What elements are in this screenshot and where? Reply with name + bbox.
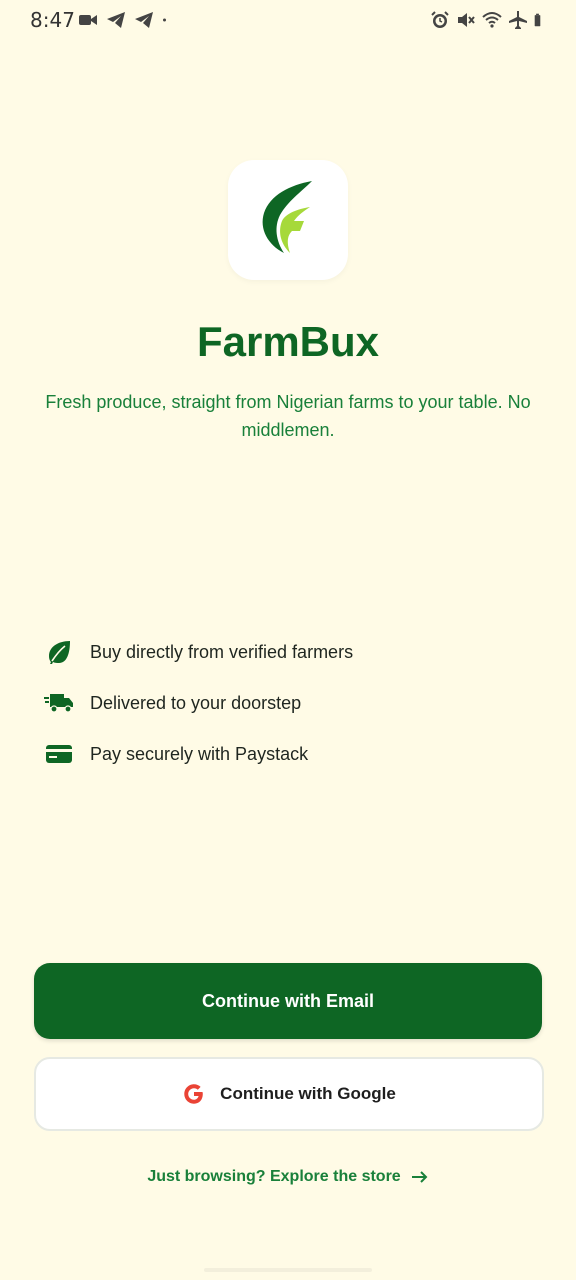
dot-icon bbox=[163, 18, 166, 22]
leaf-logo-icon bbox=[262, 181, 312, 253]
telegram-icon bbox=[107, 12, 125, 28]
feature-text: Buy directly from verified farmers bbox=[90, 641, 354, 662]
battery-icon bbox=[534, 13, 541, 27]
google-button-label: Continue with Google bbox=[220, 1084, 396, 1103]
explore-link-label: Just browsing? Explore the store bbox=[147, 1168, 401, 1185]
home-indicator[interactable] bbox=[204, 1268, 372, 1272]
feature-item: Pay securely with Paystack bbox=[44, 734, 524, 774]
credit-card-icon bbox=[44, 739, 74, 769]
arrow-right-icon bbox=[411, 1170, 429, 1184]
feature-list: Buy directly from verified farmers Deliv… bbox=[44, 632, 524, 785]
app-tagline: Fresh produce, straight from Nigerian fa… bbox=[45, 392, 531, 440]
alarm-icon bbox=[431, 11, 449, 28]
email-button-label: Continue with Email bbox=[201, 990, 374, 1011]
continue-with-google-button[interactable]: Continue with Google bbox=[34, 1057, 544, 1131]
leaf-icon bbox=[44, 637, 74, 667]
wifi-icon bbox=[482, 12, 502, 28]
feature-item: Delivered to your doorstep bbox=[44, 683, 524, 723]
airplane-mode-icon bbox=[509, 11, 527, 29]
video-camera-icon bbox=[79, 15, 97, 25]
continue-with-email-button[interactable]: Continue with Email bbox=[34, 963, 542, 1039]
status-bar: 8:47 bbox=[0, 0, 576, 40]
app-logo bbox=[228, 160, 348, 280]
status-time: 8:47 bbox=[30, 8, 75, 32]
telegram-icon bbox=[135, 12, 153, 28]
google-icon bbox=[182, 1082, 206, 1106]
feature-item: Buy directly from verified farmers bbox=[44, 632, 524, 672]
feature-text: Delivered to your doorstep bbox=[90, 692, 302, 713]
feature-text: Pay securely with Paystack bbox=[90, 743, 309, 764]
mute-icon bbox=[458, 13, 475, 27]
status-left-icons bbox=[78, 10, 172, 30]
delivery-truck-icon bbox=[44, 688, 74, 718]
explore-store-link[interactable]: Just browsing? Explore the store bbox=[0, 1168, 576, 1186]
status-right-icons bbox=[430, 10, 548, 30]
app-title: FarmBux bbox=[196, 318, 380, 365]
